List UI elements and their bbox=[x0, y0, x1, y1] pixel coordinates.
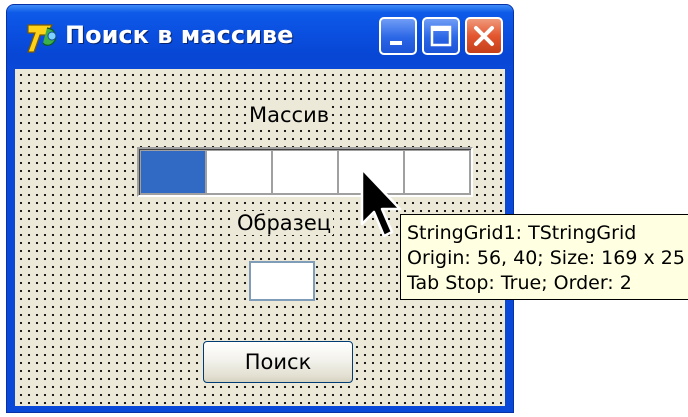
minimize-icon bbox=[390, 41, 402, 45]
string-grid[interactable] bbox=[137, 147, 473, 197]
maximize-icon bbox=[430, 25, 452, 47]
maximize-button[interactable] bbox=[422, 17, 460, 55]
array-label: Массив bbox=[247, 103, 332, 127]
tooltip-line-1: StringGrid1: TStringGrid bbox=[407, 222, 637, 244]
hint-tooltip: StringGrid1: TStringGrid Origin: 56, 40;… bbox=[400, 214, 688, 300]
close-button[interactable] bbox=[465, 17, 503, 55]
title-bar[interactable]: Поиск в массиве bbox=[7, 5, 513, 69]
sample-label: Образец bbox=[235, 211, 334, 235]
grid-cell[interactable] bbox=[207, 151, 271, 193]
close-icon bbox=[474, 26, 494, 46]
sample-input[interactable] bbox=[249, 261, 315, 301]
window-title: Поиск в массиве bbox=[65, 21, 294, 49]
grid-cell[interactable] bbox=[273, 151, 337, 193]
search-button[interactable]: Поиск bbox=[203, 341, 353, 383]
grid-cell[interactable] bbox=[405, 151, 469, 193]
minimize-button[interactable] bbox=[379, 17, 417, 55]
grid-fixed-cell[interactable] bbox=[141, 151, 205, 193]
app-window: Поиск в массиве Массив Образец Поиск bbox=[6, 4, 514, 413]
tooltip-line-3: Tab Stop: True; Order: 2 bbox=[407, 272, 632, 294]
tooltip-line-2: Origin: 56, 40; Size: 169 x 25 bbox=[407, 247, 685, 269]
delphi-7-icon bbox=[27, 24, 57, 53]
